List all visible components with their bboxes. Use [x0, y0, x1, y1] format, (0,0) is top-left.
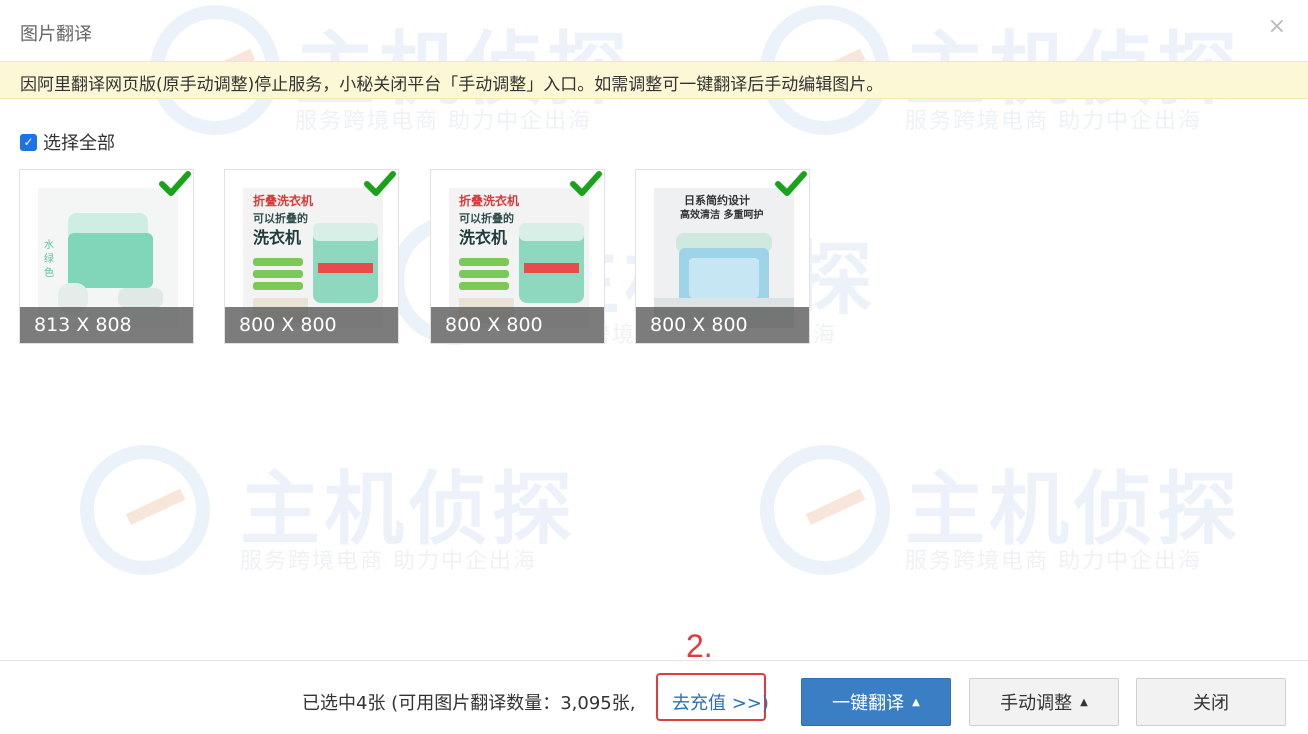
watermark-brand: 主机侦探: [240, 463, 576, 556]
notice-banner: 因阿里翻译网页版(原手动调整)停止服务，小秘关闭平台「手动调整」入口。如需调整可…: [0, 61, 1308, 99]
caret-up-icon: ▲: [912, 696, 920, 708]
close-icon[interactable]: ×: [1268, 14, 1286, 39]
one-click-translate-label: 一键翻译: [832, 693, 905, 714]
close-button-label: 关闭: [1193, 693, 1229, 714]
checkbox-checked-icon[interactable]: ✓: [20, 133, 37, 151]
one-click-translate-button[interactable]: 一键翻译 ▲: [801, 678, 951, 726]
image-thumbnail[interactable]: 折叠洗衣机 可以折叠的 洗衣机 800 X 800: [430, 169, 605, 344]
image-caption: 折叠洗衣机: [459, 194, 520, 208]
watermark: 主机侦探 服务跨境电商 助力中企出海: [80, 445, 572, 575]
checkmark-icon: [775, 171, 807, 196]
image-subcaption: 高效清洁 多重呵护: [680, 210, 764, 221]
watermark-slogan: 服务跨境电商 助力中企出海: [905, 109, 1202, 134]
watermark-brand: 主机侦探: [905, 463, 1241, 556]
caret-up-icon: ▲: [1080, 696, 1088, 708]
image-dimensions: 813 X 808: [20, 307, 193, 343]
watermark-slogan: 服务跨境电商 助力中企出海: [240, 549, 537, 574]
manual-adjust-label: 手动调整: [1000, 693, 1073, 714]
image-caption: 折叠洗衣机: [253, 194, 314, 208]
watermark: 主机侦探 服务跨境电商 助力中企出海: [760, 445, 1260, 575]
image-headline: 洗衣机: [253, 228, 302, 247]
image-dimensions: 800 X 800: [431, 307, 604, 343]
svg-text:水: 水: [44, 239, 54, 251]
select-all-checkbox[interactable]: ✓ 选择全部: [20, 129, 115, 155]
image-dimensions: 800 X 800: [636, 307, 809, 343]
watermark-logo-icon: [760, 445, 890, 575]
svg-text:色: 色: [44, 266, 54, 279]
watermark-slogan: 服务跨境电商 助力中企出海: [905, 549, 1202, 574]
image-thumbnail[interactable]: 日系简约设计 高效清洁 多重呵护 800 X 800: [635, 169, 810, 344]
close-button[interactable]: 关闭: [1136, 678, 1286, 726]
checkmark-icon: [364, 171, 396, 196]
watermark-logo-icon: [80, 445, 210, 575]
checkmark-icon: [570, 171, 602, 196]
selected-count-info: 已选中4张 (可用图片翻译数量：3,095张,: [302, 693, 636, 714]
svg-text:绿: 绿: [44, 252, 54, 265]
dialog-footer: 已选中4张 (可用图片翻译数量：3,095张, 去充值 >>) 一键翻译 ▲ 手…: [0, 660, 1308, 734]
dialog-title: 图片翻译: [20, 24, 92, 45]
recharge-link[interactable]: 去充值 >>): [672, 689, 769, 715]
manual-adjust-button[interactable]: 手动调整 ▲: [969, 678, 1119, 726]
image-dimensions: 800 X 800: [225, 307, 398, 343]
watermark-slogan: 服务跨境电商 助力中企出海: [295, 109, 592, 134]
dialog-header: 图片翻译 ×: [0, 0, 1308, 60]
image-thumbnail[interactable]: 折叠洗衣机 可以折叠的 洗衣机 800 X 800: [224, 169, 399, 344]
image-headline: 洗衣机: [459, 228, 508, 247]
image-thumbnail[interactable]: 水 绿 色 813 X 808: [19, 169, 194, 344]
select-all-label: 选择全部: [43, 133, 115, 154]
notice-text: 因阿里翻译网页版(原手动调整)停止服务，小秘关闭平台「手动调整」入口。如需调整可…: [20, 75, 884, 95]
checkmark-icon: [159, 171, 191, 196]
